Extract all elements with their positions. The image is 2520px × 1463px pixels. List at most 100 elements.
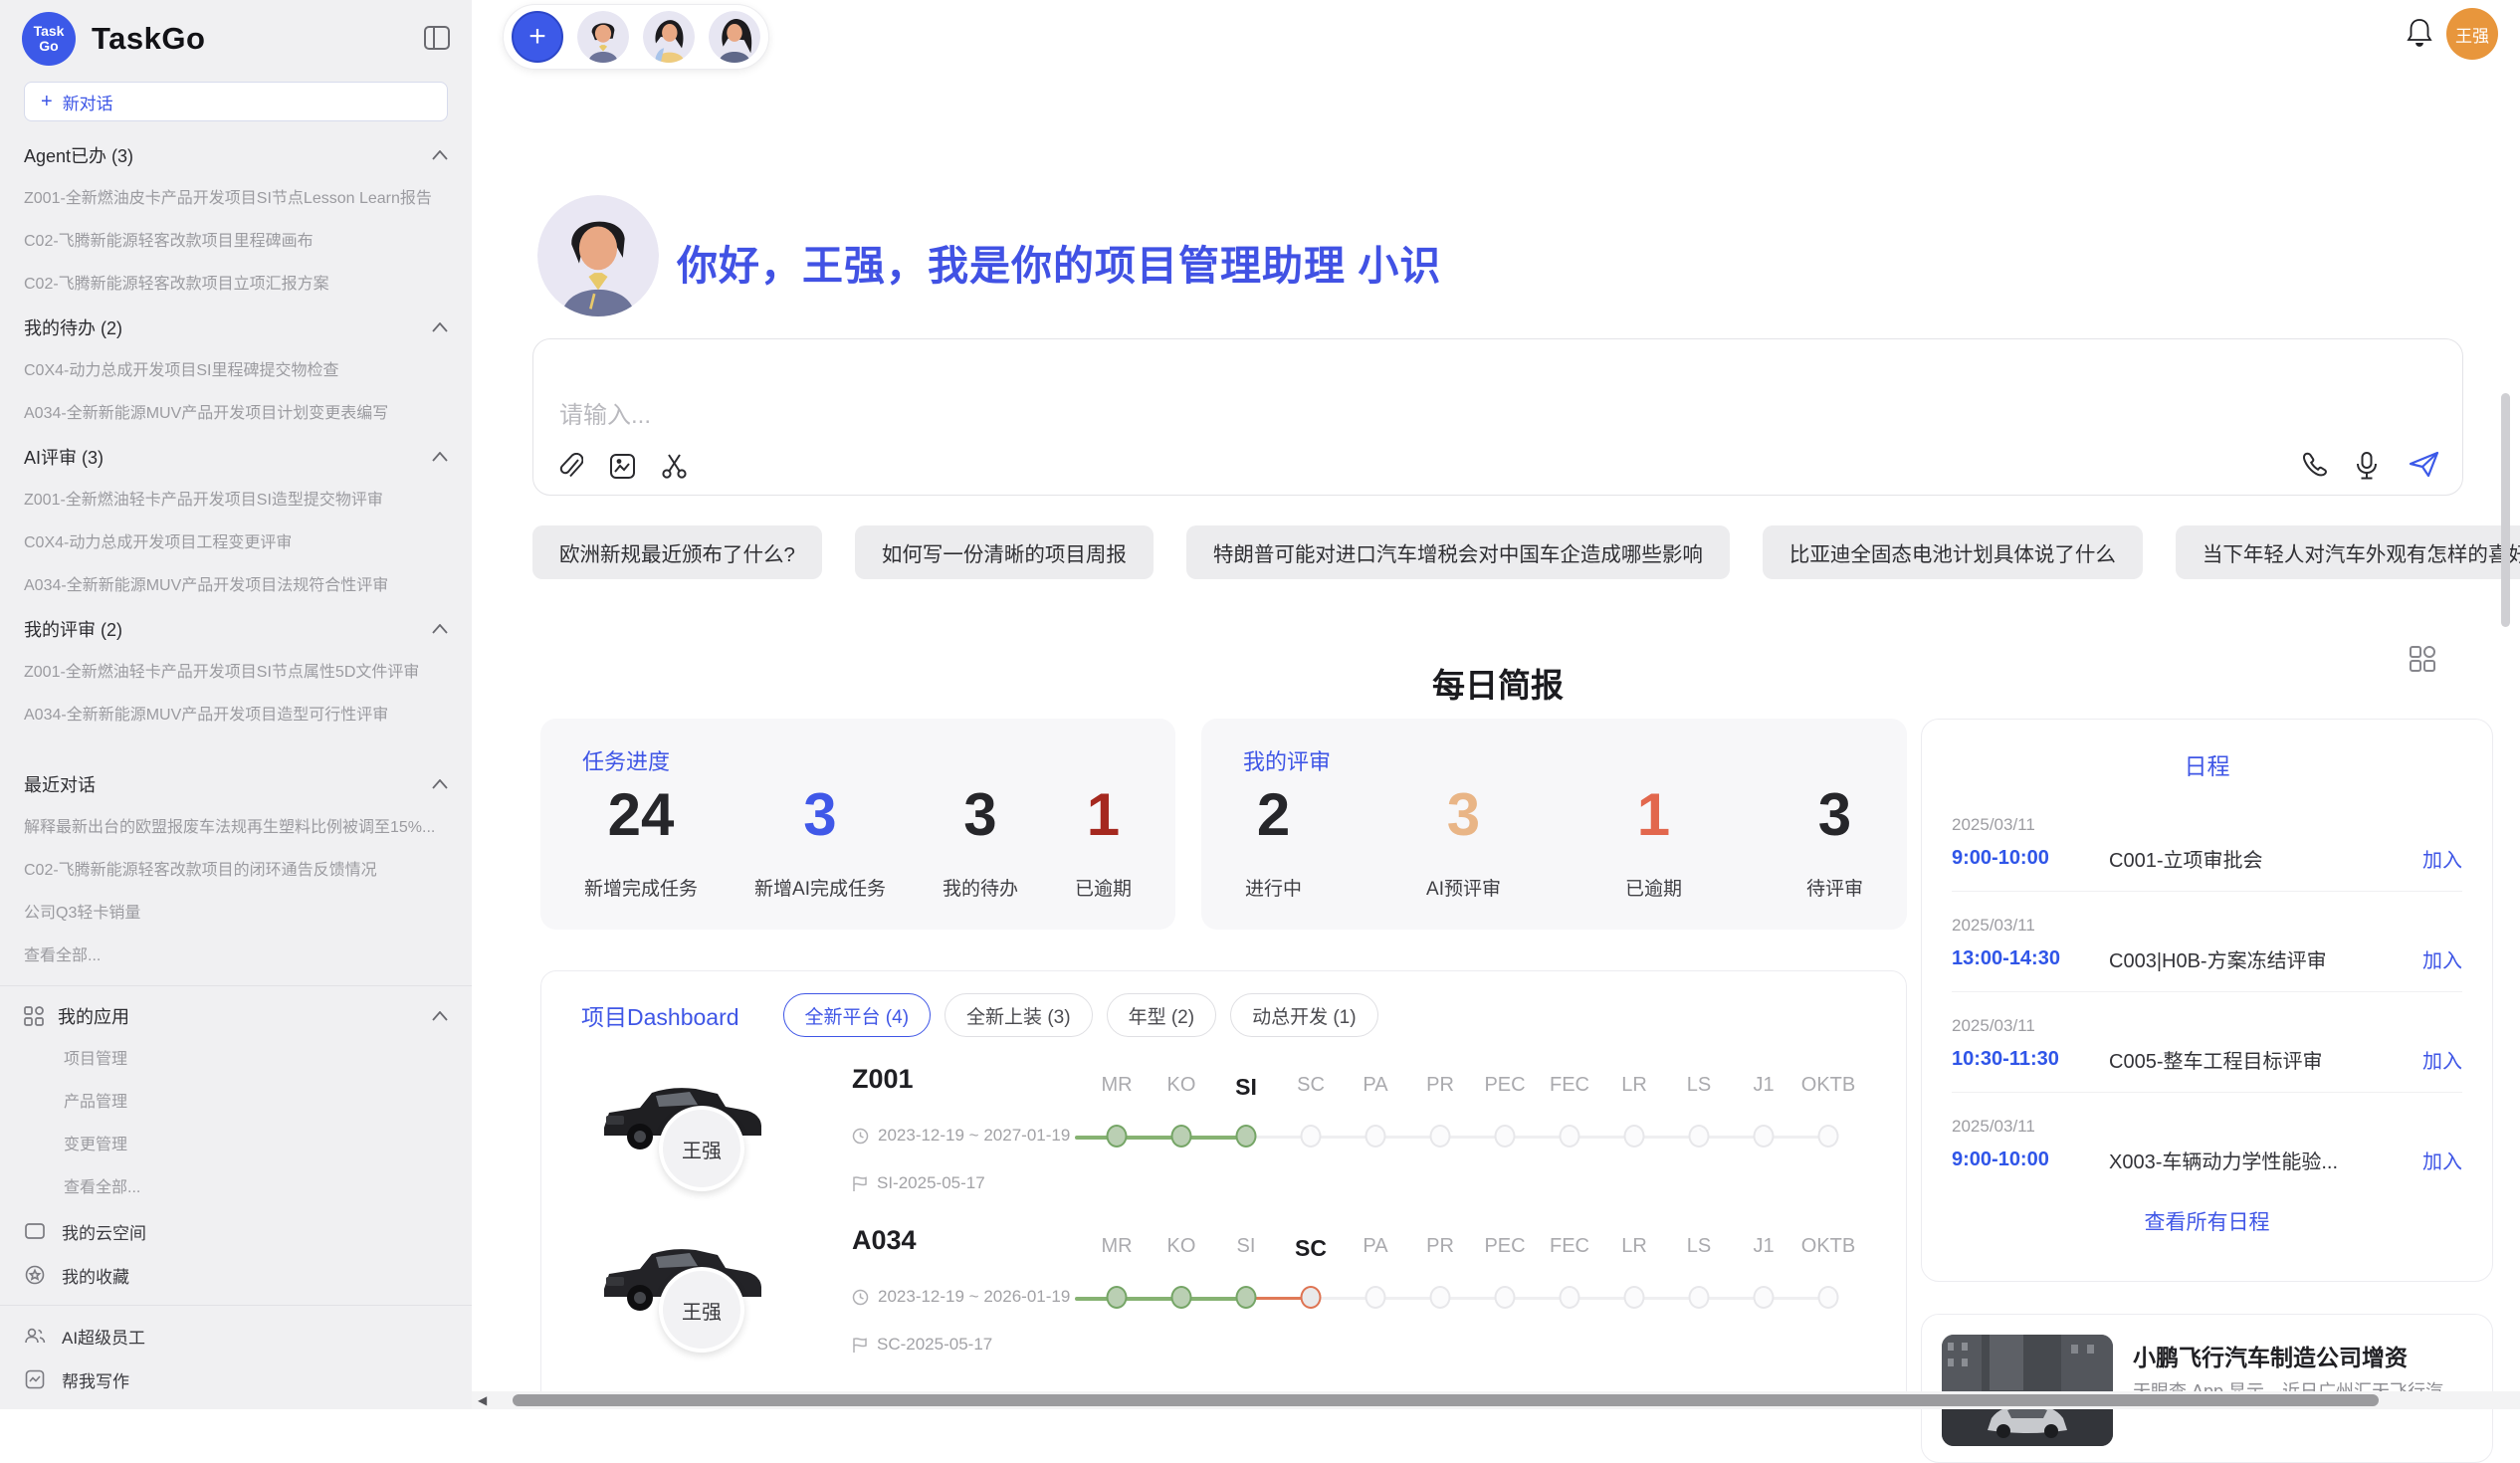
sidebar-recent-item[interactable]: 公司Q3轻卡销量 — [0, 892, 472, 935]
stat-value: 3 — [1426, 782, 1501, 848]
sidebar-chat-item[interactable]: C0X4-动力总成开发项目SI里程碑提交物检查 — [0, 349, 472, 392]
stat-value: 1 — [1625, 782, 1682, 848]
sidebar-section-my-apps[interactable]: 我的应用 — [0, 994, 472, 1038]
chevron-up-icon[interactable] — [432, 150, 448, 160]
send-icon[interactable] — [2409, 451, 2436, 479]
suggestion-chip[interactable]: 比亚迪全固态电池计划具体说了什么 — [1763, 525, 2143, 579]
sidebar-item-writing[interactable]: 帮我写作 — [0, 1358, 472, 1401]
sidebar-header: Task Go TaskGo — [0, 0, 472, 72]
chevron-up-icon[interactable] — [432, 624, 448, 634]
chevron-up-icon[interactable] — [432, 779, 448, 789]
event-join-link[interactable]: 加入 — [2422, 844, 2462, 873]
new-chat-label: 新对话 — [63, 90, 113, 114]
dashboard-filter-chip[interactable]: 全新平台 (4) — [783, 993, 932, 1037]
sidebar-chat-item[interactable]: A034-全新新能源MUV产品开发项目计划变更表编写 — [0, 392, 472, 435]
sidebar-chat-item[interactable]: A034-全新新能源MUV产品开发项目法规符合性评审 — [0, 564, 472, 607]
scroll-left-arrow-icon[interactable]: ◀ — [478, 1393, 487, 1407]
view-all-schedule-link[interactable]: 查看所有日程 — [1952, 1206, 2462, 1236]
chevron-up-icon[interactable] — [432, 452, 448, 462]
user-avatar[interactable]: 王强 — [2446, 8, 2498, 60]
sidebar-chat-item[interactable]: C0X4-动力总成开发项目工程变更评审 — [0, 522, 472, 564]
sidebar-chat-item[interactable]: C02-飞腾新能源轻客改款项目里程碑画布 — [0, 220, 472, 263]
dashboard-title: 项目Dashboard — [581, 998, 739, 1032]
sidebar-recent-item[interactable]: 解释最新出台的欧盟报废车法规再生塑料比例被调至15%... — [0, 806, 472, 849]
project-row[interactable]: 王强 A034 2023-12-19 ~ 2026-01-19 SC-2025-… — [541, 1227, 1906, 1388]
suggestion-chip[interactable]: 特朗普可能对进口汽车增税会对中国车企造成哪些影响 — [1186, 525, 1730, 579]
milestone-dot — [1171, 1125, 1192, 1148]
chevron-up-icon[interactable] — [432, 322, 448, 332]
news-card[interactable]: 小鹏飞行汽车制造公司增资 天眼查 App 显示，近日广州汇天飞行汽... — [1921, 1314, 2493, 1463]
stat-value: 3 — [1806, 782, 1863, 848]
milestone-label: FEC — [1550, 1235, 1589, 1258]
stat-value: 2 — [1245, 782, 1302, 848]
schedule-title: 日程 — [1952, 747, 2462, 781]
daily-briefing-title: 每日简报 — [532, 659, 2463, 707]
agent-avatar[interactable] — [709, 11, 760, 63]
scissors-icon[interactable] — [661, 453, 689, 481]
new-chat-button[interactable]: + 新对话 — [24, 82, 448, 121]
horizontal-scrollbar[interactable]: ◀ — [472, 1391, 2520, 1409]
sidebar-item-favorites[interactable]: 我的收藏 — [0, 1253, 472, 1297]
project-row[interactable]: 王强 Z001 2023-12-19 ~ 2027-01-19 SI-2025-… — [541, 1066, 1906, 1227]
sidebar-chat-item[interactable]: Z001-全新燃油轻卡产品开发项目SI造型提交物评审 — [0, 479, 472, 522]
milestone-dot — [1624, 1125, 1645, 1148]
event-join-link[interactable]: 加入 — [2422, 1045, 2462, 1074]
apps-view-all[interactable]: 查看全部... — [0, 1166, 472, 1209]
dashboard-filter-chip[interactable]: 动总开发 (1) — [1230, 993, 1378, 1037]
phone-call-icon[interactable] — [2301, 451, 2329, 479]
suggestion-chip[interactable]: 如何写一份清晰的项目周报 — [855, 525, 1154, 579]
chat-composer[interactable]: 请输入... — [532, 338, 2463, 496]
stat: 2 进行中 — [1245, 782, 1302, 901]
sidebar-collapse-icon[interactable] — [424, 26, 450, 50]
dashboard-filter-chip[interactable]: 年型 (2) — [1107, 993, 1217, 1037]
notification-bell-icon[interactable] — [2405, 16, 2438, 50]
vertical-scrollbar[interactable] — [2501, 393, 2510, 627]
dashboard-filter-chip[interactable]: 全新上装 (3) — [945, 993, 1093, 1037]
event-date: 2025/03/11 — [1952, 916, 2462, 936]
sidebar-chat-item[interactable]: C02-飞腾新能源轻客改款项目立项汇报方案 — [0, 263, 472, 306]
milestone-label: LR — [1621, 1235, 1647, 1258]
sidebar-divider — [0, 1305, 472, 1306]
add-agent-button[interactable]: + — [512, 11, 563, 63]
chevron-up-icon[interactable] — [432, 1011, 448, 1021]
attachment-icon[interactable] — [557, 453, 585, 481]
sidebar-app-item[interactable]: 变更管理 — [0, 1124, 472, 1166]
flag-icon — [852, 1337, 868, 1354]
sidebar-section-ai-review[interactable]: AI评审 (3) — [0, 435, 472, 479]
sidebar-app-item[interactable]: 产品管理 — [0, 1081, 472, 1124]
event-join-link[interactable]: 加入 — [2422, 944, 2462, 973]
flag-icon — [852, 1175, 868, 1192]
sidebar-chat-item[interactable]: A034-全新新能源MUV产品开发项目造型可行性评审 — [0, 694, 472, 736]
sidebar-item-creative-drawing[interactable]: 创意制图 — [0, 1401, 472, 1409]
milestone-dot — [1171, 1286, 1192, 1309]
suggestion-chip[interactable]: 欧洲新规最近颁布了什么? — [532, 525, 822, 579]
cloud-box-icon — [24, 1220, 46, 1242]
milestone-label: KO — [1167, 1074, 1196, 1097]
suggestion-chip[interactable]: 当下年轻人对汽车外观有怎样的喜好趋势 — [2176, 525, 2520, 579]
image-icon[interactable] — [609, 453, 637, 481]
schedule-panel: 日程 2025/03/11 9:00-10:00 C001-立项审批会 加入 2… — [1921, 719, 2493, 1282]
sidebar-section-my-todo[interactable]: 我的待办 (2) — [0, 306, 472, 349]
sidebar-section-agent-done[interactable]: Agent已办 (3) — [0, 133, 472, 177]
event-time: 13:00-14:30 — [1952, 947, 2109, 970]
sidebar-item-cloud-space[interactable]: 我的云空间 — [0, 1209, 472, 1253]
event-name: C005-整车工程目标评审 — [2109, 1045, 2411, 1074]
agent-avatar[interactable] — [643, 11, 695, 63]
sidebar-section-my-review[interactable]: 我的评审 (2) — [0, 607, 472, 651]
schedule-event: 2025/03/11 9:00-10:00 X003-车辆动力学性能验... 加… — [1952, 1107, 2462, 1192]
sidebar-section-recent[interactable]: 最近对话 — [0, 762, 472, 806]
milestone-dot — [1430, 1125, 1451, 1148]
sidebar-chat-item[interactable]: Z001-全新燃油轻卡产品开发项目SI节点属性5D文件评审 — [0, 651, 472, 694]
briefing-layout-icon[interactable] — [2409, 645, 2436, 673]
horizontal-scrollbar-thumb[interactable] — [513, 1394, 2379, 1406]
microphone-icon[interactable] — [2355, 451, 2383, 479]
recent-view-all[interactable]: 查看全部... — [0, 935, 472, 977]
sidebar-app-item[interactable]: 项目管理 — [0, 1038, 472, 1081]
agent-avatar[interactable] — [577, 11, 629, 63]
sidebar-chat-item[interactable]: Z001-全新燃油皮卡产品开发项目SI节点Lesson Learn报告 — [0, 177, 472, 220]
sidebar-recent-item[interactable]: C02-飞腾新能源轻客改款项目的闭环通告反馈情况 — [0, 849, 472, 892]
milestone-timeline: MRKOSISCPAPRPECFECLRLSJ1OKTB — [1084, 1066, 1842, 1215]
event-join-link[interactable]: 加入 — [2422, 1146, 2462, 1174]
sidebar-item-ai-staff[interactable]: AI超级员工 — [0, 1314, 472, 1358]
stat-label: AI预评审 — [1426, 874, 1501, 901]
